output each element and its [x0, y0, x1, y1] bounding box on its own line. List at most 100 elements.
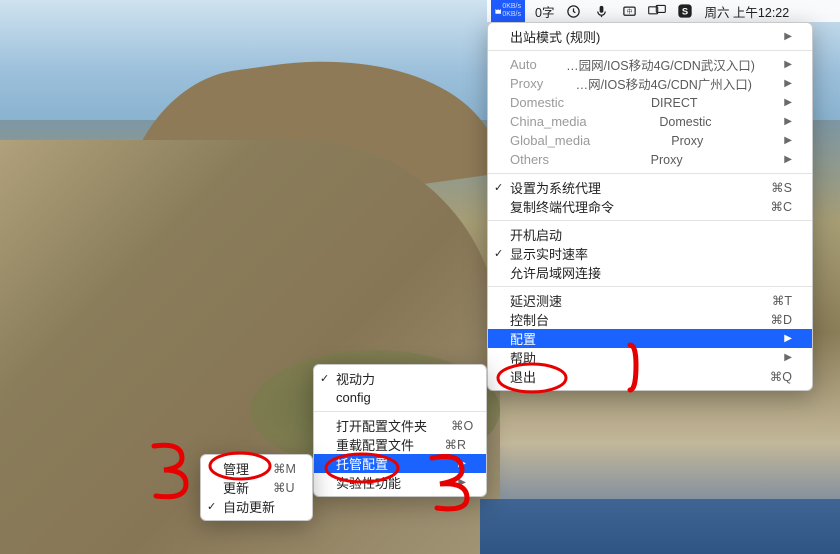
submenu-arrow-icon: ▶: [760, 59, 792, 70]
menu-separator: [488, 286, 812, 287]
menu-label: 自动更新: [223, 497, 275, 516]
displays-icon[interactable]: [648, 2, 666, 20]
shortcut: ⌘C: [746, 199, 792, 214]
menu-set-system-proxy[interactable]: ✓ 设置为系统代理 ⌘S: [488, 178, 812, 197]
check-icon: ✓: [494, 181, 503, 194]
config-submenu: ✓ 视动力 config 打开配置文件夹 ⌘O 重载配置文件 ⌘R 托管配置 ▶…: [313, 364, 487, 497]
menu-label: 复制终端代理命令: [510, 197, 614, 216]
menu-dashboard[interactable]: 控制台 ⌘D: [488, 310, 812, 329]
clock-icon[interactable]: [564, 2, 582, 20]
config-item-config[interactable]: config: [314, 388, 486, 407]
net-rate-up: 0KB/s: [502, 3, 521, 11]
menu-group-auto[interactable]: Auto …园网/IOS移动4G/CDN武汉入口) ▶: [488, 55, 812, 74]
shortcut: ⌘D: [746, 312, 792, 327]
submenu-arrow-icon: ▶: [760, 97, 792, 108]
menu-label: 管理: [223, 459, 249, 478]
shortcut: ⌘S: [747, 180, 792, 195]
menu-config[interactable]: 配置 ▶: [488, 329, 812, 348]
shortcut: ⌘O: [427, 418, 473, 433]
submenu-arrow-icon: ▶: [760, 116, 792, 127]
menu-label: 控制台: [510, 310, 549, 329]
main-menu: 出站模式 (规则) ▶ Auto …园网/IOS移动4G/CDN武汉入口) ▶ …: [487, 22, 813, 391]
submenu-arrow-icon: ▶: [760, 31, 792, 42]
net-rates: 0KB/s 0KB/s: [502, 3, 525, 19]
menu-label: Others: [510, 152, 549, 167]
menu-separator: [488, 173, 812, 174]
shortcut: ⌘Q: [746, 369, 792, 384]
menu-label: Proxy: [510, 76, 543, 91]
menu-reload-config[interactable]: 重载配置文件 ⌘R: [314, 435, 486, 454]
menu-label: 视动力: [336, 369, 375, 388]
menu-managed-config[interactable]: 托管配置 ▶: [314, 454, 486, 473]
submenu-arrow-icon: ▶: [760, 135, 792, 146]
config-item-vidong[interactable]: ✓ 视动力: [314, 369, 486, 388]
wallpaper-sea: [480, 499, 840, 554]
check-icon: ✓: [494, 247, 503, 260]
menu-quit[interactable]: 退出 ⌘Q: [488, 367, 812, 386]
menu-allow-lan[interactable]: 允许局域网连接: [488, 263, 812, 282]
menubar-clock[interactable]: 周六 上午12:22: [704, 2, 789, 21]
menu-launch-at-login[interactable]: 开机启动: [488, 225, 812, 244]
menu-group-china-media[interactable]: China_media Domestic ▶: [488, 112, 812, 131]
svg-text:中: 中: [627, 7, 633, 15]
sogou-icon[interactable]: S: [676, 2, 694, 20]
menu-label: Global_media: [510, 133, 590, 148]
menu-separator: [488, 50, 812, 51]
menu-help[interactable]: 帮助 ▶: [488, 348, 812, 367]
menu-experimental[interactable]: 实验性功能 ▶: [314, 473, 486, 492]
shortcut: ⌘R: [420, 437, 466, 452]
menu-value: Proxy: [647, 134, 703, 148]
menu-label: 显示实时速率: [510, 244, 588, 263]
menu-auto-update[interactable]: ✓ 自动更新: [201, 497, 312, 516]
menu-label: 配置: [510, 329, 536, 348]
menu-label: 实验性功能: [336, 473, 401, 492]
shortcut: ⌘U: [249, 480, 295, 495]
check-icon: ✓: [320, 372, 329, 385]
menu-value: …园网/IOS移动4G/CDN武汉入口): [542, 55, 755, 74]
menu-label: 打开配置文件夹: [336, 416, 427, 435]
menu-manage[interactable]: 管理 ⌘M: [201, 459, 312, 478]
check-icon: ✓: [207, 500, 216, 513]
menu-label: 托管配置: [336, 454, 388, 473]
cat-icon: [494, 3, 502, 19]
net-rate-down: 0KB/s: [502, 11, 521, 19]
clashx-menubar-item[interactable]: 0KB/s 0KB/s: [491, 0, 525, 22]
submenu-arrow-icon: ▶: [434, 477, 466, 488]
shortcut: ⌘T: [748, 293, 792, 308]
submenu-arrow-icon: ▶: [434, 458, 466, 469]
menu-label: 开机启动: [510, 225, 562, 244]
menu-update[interactable]: 更新 ⌘U: [201, 478, 312, 497]
submenu-arrow-icon: ▶: [760, 333, 792, 344]
submenu-arrow-icon: ▶: [760, 352, 792, 363]
menubar: 0KB/s 0KB/s 0字 中 S 周六 上午12:22: [487, 0, 840, 22]
menu-group-others[interactable]: Others Proxy ▶: [488, 150, 812, 169]
menu-group-proxy[interactable]: Proxy …网/IOS移动4G/CDN广州入口) ▶: [488, 74, 812, 93]
svg-text:S: S: [682, 6, 688, 16]
menu-open-config-folder[interactable]: 打开配置文件夹 ⌘O: [314, 416, 486, 435]
menu-separator: [314, 411, 486, 412]
menu-label: 更新: [223, 478, 249, 497]
input-source-icon[interactable]: 中: [620, 2, 638, 20]
menu-separator: [488, 220, 812, 221]
menu-label: China_media: [510, 114, 587, 129]
submenu-arrow-icon: ▶: [760, 154, 792, 165]
menu-latency-test[interactable]: 延迟测速 ⌘T: [488, 291, 812, 310]
menu-label: Auto: [510, 57, 537, 72]
menu-copy-terminal-cmd[interactable]: 复制终端代理命令 ⌘C: [488, 197, 812, 216]
ime-counter[interactable]: 0字: [535, 2, 554, 21]
menu-group-domestic[interactable]: Domestic DIRECT ▶: [488, 93, 812, 112]
menu-label: 退出: [510, 367, 536, 386]
menu-label: 出站模式 (规则): [510, 27, 600, 46]
menu-value: Proxy: [627, 153, 683, 167]
menu-group-global-media[interactable]: Global_media Proxy ▶: [488, 131, 812, 150]
mic-icon[interactable]: [592, 2, 610, 20]
menu-label: Domestic: [510, 95, 564, 110]
menu-show-realtime-speed[interactable]: ✓ 显示实时速率: [488, 244, 812, 263]
menu-label: 允许局域网连接: [510, 263, 601, 282]
menu-label: config: [336, 390, 371, 405]
menu-value: DIRECT: [627, 96, 698, 110]
menu-label: 重载配置文件: [336, 435, 414, 454]
menu-outbound-mode[interactable]: 出站模式 (规则) ▶: [488, 27, 812, 46]
menu-value: …网/IOS移动4G/CDN广州入口): [552, 74, 752, 93]
desktop: 0KB/s 0KB/s 0字 中 S 周六 上午12:22 出站模式 (规则) …: [0, 0, 840, 554]
